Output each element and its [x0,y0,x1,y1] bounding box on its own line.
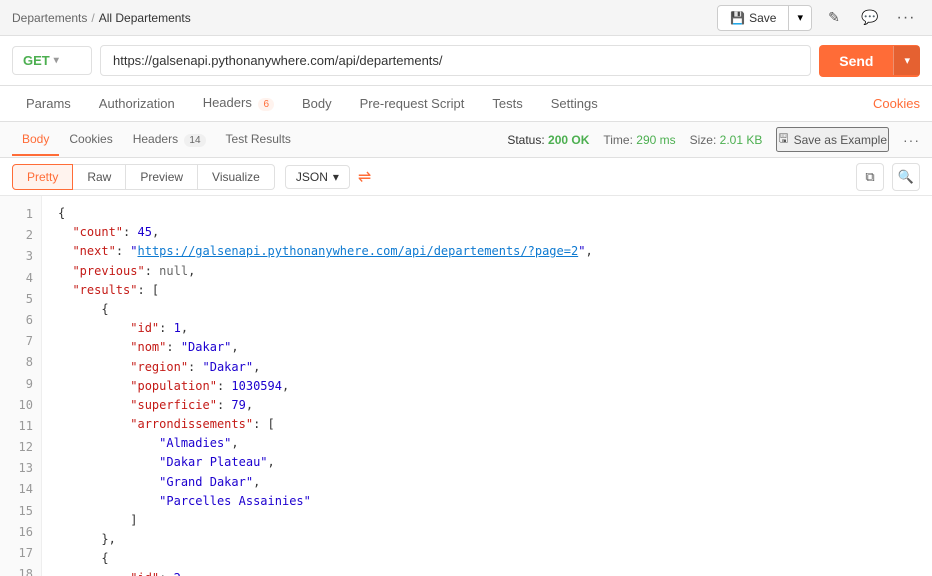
line-number: 5 [0,289,41,310]
breadcrumb-separator: / [91,11,94,25]
size-value: 2.01 KB [720,133,763,147]
request-tabs: Params Authorization Headers 6 Body Pre-… [0,86,932,122]
format-select[interactable]: JSON ▾ [285,165,350,189]
line-number: 4 [0,268,41,289]
save-example-label: Save as Example [794,133,887,147]
tab-settings[interactable]: Settings [537,88,612,121]
format-value: JSON [296,170,328,184]
send-dropdown-button[interactable]: ▾ [893,46,920,75]
time-value: 290 ms [636,133,675,147]
send-button-group: Send ▾ [819,45,920,77]
line-number: 6 [0,310,41,331]
line-number: 12 [0,437,41,458]
breadcrumb-parent[interactable]: Departements [12,11,87,25]
breadcrumb-current: All Departements [99,11,191,25]
line-number: 15 [0,501,41,522]
save-button[interactable]: 💾 Save [718,7,788,29]
tab-body[interactable]: Body [288,88,346,121]
code-content: { "count": 45, "next": "https://galsenap… [42,196,932,576]
line-number: 3 [0,246,41,267]
tab-tests[interactable]: Tests [478,88,536,121]
line-number: 14 [0,479,41,500]
save-icon: 💾 [730,11,745,25]
line-number: 16 [0,522,41,543]
tab-prerequest[interactable]: Pre-request Script [346,88,479,121]
save-dropdown-button[interactable]: ▾ [789,7,811,28]
line-number: 9 [0,374,41,395]
response-bar: Body Cookies Headers 14 Test Results Sta… [0,122,932,158]
tab-headers[interactable]: Headers 6 [189,87,288,121]
save-example-icon: 🖫 [778,129,788,150]
method-select[interactable]: GET ▾ [12,46,92,75]
view-preview-button[interactable]: Preview [126,164,198,190]
status-info: Status: 200 OK Time: 290 ms Size: 2.01 K… [507,127,920,152]
search-button[interactable]: 🔍 [892,163,920,191]
chat-button[interactable]: 💬 [856,4,884,32]
resp-tab-test-results[interactable]: Test Results [216,124,301,156]
resp-tab-headers[interactable]: Headers 14 [123,124,216,157]
time-info: Time: 290 ms [603,133,675,147]
size-info: Size: 2.01 KB [690,133,763,147]
line-number: 2 [0,225,41,246]
line-number: 17 [0,543,41,564]
line-number: 10 [0,395,41,416]
send-main-button[interactable]: Send [819,45,893,77]
wrap-icon[interactable]: ⇌ [358,167,371,187]
tab-authorization[interactable]: Authorization [85,88,189,121]
method-chevron-icon: ▾ [54,55,59,66]
view-controls: Pretty Raw Preview Visualize JSON ▾ ⇌ ⧉ … [0,158,932,196]
edit-button[interactable]: ✎ [820,4,848,32]
view-pretty-button[interactable]: Pretty [12,164,73,190]
resp-tab-cookies[interactable]: Cookies [59,124,122,156]
line-number: 18 [0,564,41,576]
view-visualize-button[interactable]: Visualize [198,164,275,190]
code-panel: 1 2 3 4 5 6 7 8 9 10 11 12 13 14 15 16 1… [0,196,932,576]
save-example-button[interactable]: 🖫 Save as Example [776,127,889,152]
url-input[interactable] [100,45,811,76]
status-label: Status: 200 OK [507,133,589,147]
line-number: 11 [0,416,41,437]
status-code: 200 OK [548,133,589,147]
tab-params[interactable]: Params [12,88,85,121]
resp-tab-body[interactable]: Body [12,124,59,156]
line-number: 13 [0,458,41,479]
copy-button[interactable]: ⧉ [856,163,884,191]
view-right-actions: ⧉ 🔍 [856,163,920,191]
cookies-link[interactable]: Cookies [873,96,920,111]
save-label: Save [749,11,776,25]
breadcrumb: Departements / All Departements [12,11,191,25]
format-chevron-icon: ▾ [333,170,339,184]
line-number: 8 [0,352,41,373]
line-number: 7 [0,331,41,352]
response-more-options[interactable]: ··· [903,132,920,148]
next-link[interactable]: https://galsenapi.pythonanywhere.com/api… [138,244,579,258]
line-number: 1 [0,204,41,225]
save-btn-group: 💾 Save ▾ [717,5,812,31]
more-options-button[interactable]: ··· [892,4,920,32]
top-bar: Departements / All Departements 💾 Save ▾… [0,0,932,36]
method-label: GET [23,53,50,68]
view-raw-button[interactable]: Raw [73,164,126,190]
line-numbers: 1 2 3 4 5 6 7 8 9 10 11 12 13 14 15 16 1… [0,196,42,576]
url-bar: GET ▾ Send ▾ [0,36,932,86]
top-bar-actions: 💾 Save ▾ ✎ 💬 ··· [717,4,920,32]
